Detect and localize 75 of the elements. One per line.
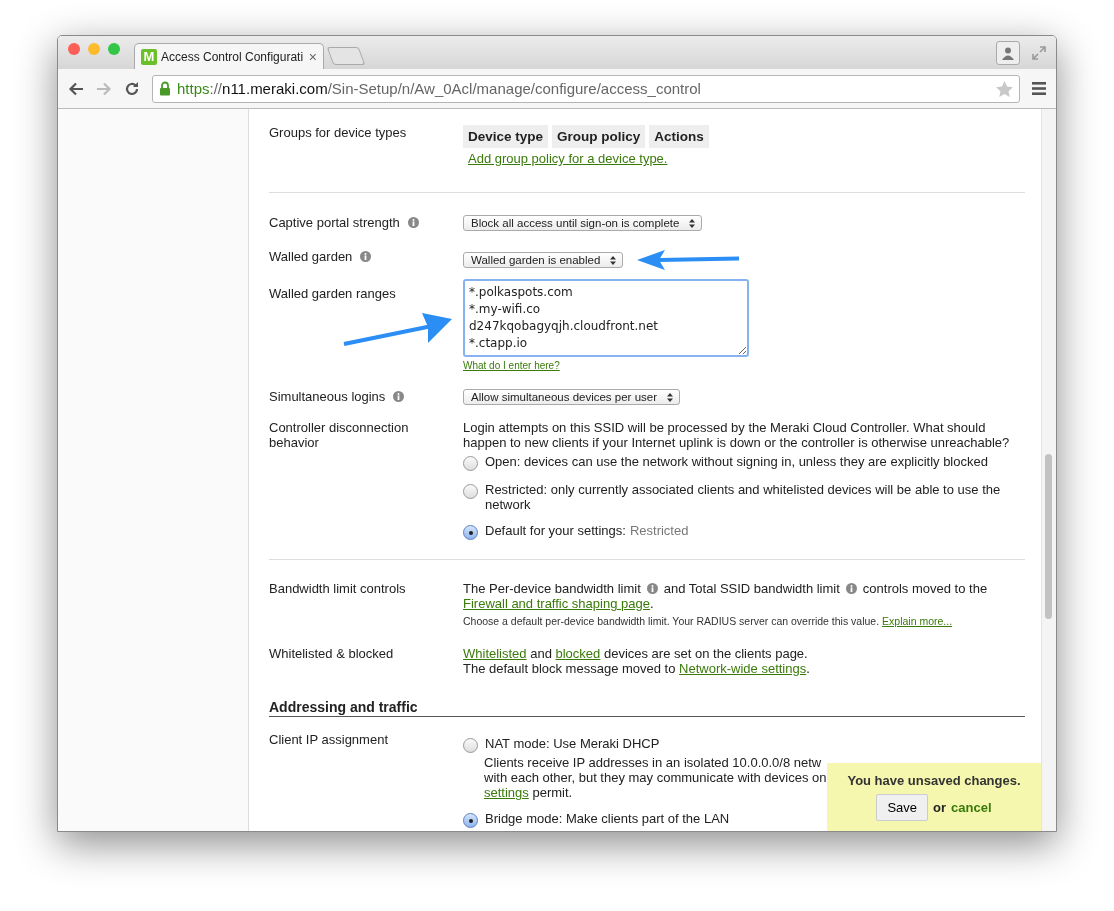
firewall-page-link[interactable]: Firewall and traffic shaping page (463, 596, 650, 611)
close-window-icon[interactable] (68, 42, 80, 55)
back-icon[interactable] (68, 81, 84, 96)
new-tab-button[interactable] (326, 47, 366, 65)
radio-button[interactable] (463, 813, 478, 828)
setting-label: Simultaneous logins (269, 389, 386, 404)
padlock-icon (159, 81, 171, 96)
help-link[interactable]: What do I enter here? (463, 360, 1025, 372)
description-text: Whitelisted and blocked devices are set on the clients page. (463, 646, 808, 661)
or-text: or (933, 800, 947, 815)
radio-button[interactable] (463, 456, 478, 471)
option-label: Bridge mode: Make clients part of the LAN (485, 811, 730, 826)
page-link[interactable]: Whitelisted (463, 646, 527, 661)
setting-label: Groups for device types (269, 125, 407, 140)
section-heading: Addressing and traffic (269, 699, 1025, 717)
radio-button[interactable] (463, 738, 478, 753)
updown-arrows-icon (610, 255, 617, 265)
description-text: Login attempts on this SSID will be processed by the Meraki Cloud Controller. What should happen to new clients if your Internet uplink is down or the controller is otherwise unreachable? (463, 420, 1011, 450)
save-button[interactable]: Save (876, 794, 929, 821)
description-text: controls moved to the (862, 581, 988, 596)
unsaved-message: You have unsaved changes. (847, 773, 1021, 788)
cancel-link[interactable]: cancel (951, 800, 992, 815)
zoom-window-icon[interactable] (108, 42, 120, 55)
description-text: Clients receive IP addresses in an isolated 10.0.0.0/8 netw (484, 755, 822, 770)
person-icon[interactable] (996, 40, 1020, 65)
setting-label: Bandwidth limit controls (269, 581, 406, 596)
dropdown[interactable]: Block all access until sign-on is complete (463, 215, 703, 231)
tab-title: Access Control Configurati (161, 49, 305, 64)
description-text: The Per-device bandwidth limit (463, 581, 641, 596)
fullscreen-icon[interactable] (1032, 45, 1046, 60)
updown-arrows-icon (689, 218, 696, 228)
info-icon[interactable] (407, 217, 419, 228)
page-link[interactable]: blocked (555, 646, 601, 661)
option-label: Default for your settings: Restricted (485, 523, 689, 538)
option-label: Restricted: only currently associated clients and whitelisted devices will be able to use the network (485, 482, 1002, 512)
forward-icon[interactable] (96, 81, 112, 96)
description-text: with each other, but they may communicate with devices on (484, 770, 827, 785)
favicon-icon: M (141, 48, 157, 65)
updown-arrows-icon (667, 392, 673, 402)
settings-link[interactable]: settings (484, 785, 529, 800)
browser-tab[interactable]: M Access Control Configurati × (134, 43, 324, 69)
info-icon[interactable] (360, 251, 372, 262)
explain-more-link[interactable]: Explain more... (882, 615, 953, 627)
radio-button[interactable] (463, 525, 478, 540)
reload-icon[interactable] (124, 80, 140, 97)
info-icon[interactable] (646, 583, 658, 594)
option-label: NAT mode: Use Meraki DHCP (485, 736, 660, 751)
info-icon[interactable] (393, 391, 405, 402)
setting-label: Walled garden (269, 249, 353, 264)
ranges-input-field[interactable]: *.polkaspots.com *.my-wifi.co d247kqobagyqjh.cloudfront.net *.ctapp.io (463, 279, 749, 357)
info-icon[interactable] (845, 583, 857, 594)
address-bar[interactable]: https://n11.meraki.com/Sin-Setup/n/Aw_0Acl/manage/configure/access_control (152, 74, 1020, 103)
bookmark-star-icon[interactable] (996, 80, 1013, 97)
description-text: and Total SSID bandwidth limit (663, 581, 840, 596)
description-text: The default block message moved to Network-wide settings. (463, 661, 810, 676)
menu-icon[interactable] (1032, 82, 1046, 95)
option-label: Open: devices can use the network without signing in, unless they are explicitly blocked (485, 454, 988, 469)
setting-label: Client IP assignment (269, 732, 388, 747)
hint-text: Choose a default per-device bandwidth limit. Your RADIUS server can override this value. Explain more... (463, 614, 954, 629)
url-text: https://n11.meraki.com/Sin-Setup/n/Aw_0Acl/manage/configure/access_control (177, 80, 702, 97)
setting-label: Walled garden ranges (269, 286, 396, 301)
close-tab-icon[interactable]: × (308, 48, 317, 65)
setting-label: Controller disconnection behavior (269, 420, 410, 450)
add-policy-link[interactable]: Add group policy for a device type. (468, 151, 668, 166)
scrollbar[interactable] (1041, 109, 1056, 831)
radio-button[interactable] (463, 484, 478, 499)
column-header: Group policy (552, 125, 646, 148)
dropdown[interactable]: Allow simultaneous devices per user (463, 389, 680, 405)
setting-label: Captive portal strength (269, 215, 400, 230)
column-header: Device type (463, 125, 549, 148)
dropdown[interactable]: Walled garden is enabled (463, 252, 624, 268)
column-header: Actions (649, 125, 709, 148)
description-text: . (649, 596, 654, 611)
description-text: settings permit. (484, 785, 573, 800)
setting-label: Whitelisted & blocked (269, 646, 394, 661)
